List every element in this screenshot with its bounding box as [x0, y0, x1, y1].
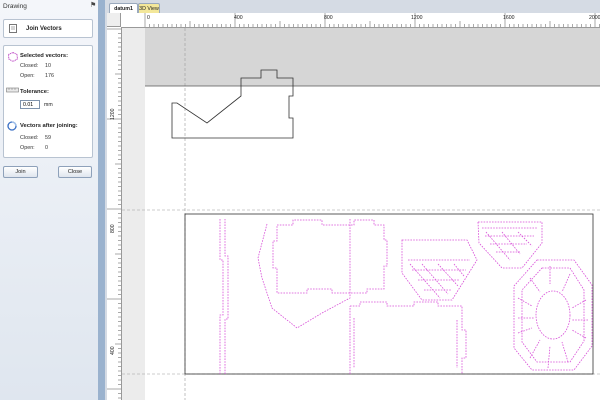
- ruler-left: 1200 800 400: [107, 27, 122, 400]
- tab-datum1[interactable]: datum1: [109, 3, 138, 13]
- ruler-top-label: 1600: [503, 15, 515, 21]
- after-closed-value: 59: [45, 135, 51, 141]
- vector-wedge[interactable]: [257, 219, 351, 329]
- vectors-after-joining-icon: [7, 121, 17, 131]
- open-vectors[interactable]: [219, 219, 593, 374]
- selected-closed-value: 10: [45, 63, 51, 69]
- after-open-value: 0: [45, 145, 48, 151]
- ruler-top-ticks: [144, 13, 600, 27]
- ruler-top-label: 0: [147, 15, 150, 21]
- offsheet-area: [122, 28, 600, 86]
- panel-splitter[interactable]: [98, 0, 105, 400]
- ruler-left-label: 400: [110, 346, 116, 355]
- selected-open-value: 176: [45, 73, 54, 79]
- tolerance-unit: mm: [44, 102, 53, 108]
- pin-icon[interactable]: ⚑: [90, 1, 96, 9]
- offsheet-margin: [122, 28, 145, 400]
- vector-octagon-mid[interactable]: [521, 267, 585, 363]
- drawing-view: 0 400 800 1200 1600 2000 1200 800 400: [107, 13, 600, 400]
- selected-vectors-icon: [8, 52, 18, 62]
- after-open-label: Open:: [20, 145, 35, 151]
- vector-octagon-hatch[interactable]: [517, 266, 588, 369]
- ruler-left-ticks: [107, 28, 121, 399]
- drawing-canvas-svg: [122, 28, 600, 400]
- ruler-top-label: 1200: [411, 15, 423, 21]
- ruler-top-label: 2000: [589, 15, 600, 21]
- tab-3d-view[interactable]: 3D View: [138, 3, 160, 13]
- tolerance-icon: [6, 87, 19, 93]
- after-joining-title: Vectors after joining:: [20, 123, 78, 129]
- vector-left-strip[interactable]: [219, 219, 229, 374]
- tolerance-input[interactable]: [20, 100, 40, 109]
- vector-shield[interactable]: [477, 221, 543, 269]
- main-view: datum1 3D View 0 400 800 1200 1600 2000 …: [105, 0, 600, 400]
- ruler-top-label: 800: [324, 15, 333, 21]
- tool-title: Join Vectors: [26, 26, 62, 32]
- vector-octagon-outer[interactable]: [513, 259, 593, 371]
- vector-octagon-hole[interactable]: [535, 290, 571, 340]
- join-button[interactable]: Join: [3, 166, 38, 178]
- join-vectors-form: Selected vectors: Closed: 10 Open: 176 T…: [3, 45, 93, 158]
- selected-vectors-title: Selected vectors:: [20, 53, 69, 59]
- tool-header: Join Vectors: [3, 19, 93, 38]
- ruler-left-label: 800: [110, 224, 116, 233]
- selected-closed-label: Closed:: [20, 63, 39, 69]
- ruler-left-label: 1200: [110, 108, 116, 120]
- vector-upper-rect[interactable]: [272, 219, 388, 294]
- ruler-top: 0 400 800 1200 1600 2000: [121, 13, 600, 28]
- close-button[interactable]: Close: [58, 166, 92, 178]
- join-vectors-icon: [9, 24, 17, 33]
- drawing-panel: Drawing ⚑ Join Vectors Selected vectors:…: [0, 0, 99, 400]
- material-boundary: [184, 213, 594, 375]
- vector-trapezoid-hatch[interactable]: [408, 259, 470, 299]
- selected-open-label: Open:: [20, 73, 35, 79]
- panel-title: Drawing: [3, 3, 27, 10]
- vector-lower-rect[interactable]: [349, 301, 467, 374]
- drawing-canvas[interactable]: [122, 28, 600, 400]
- tolerance-title: Tolerance:: [20, 89, 49, 95]
- vector-lower-rect-inner[interactable]: [353, 318, 458, 368]
- ruler-top-label: 400: [234, 15, 243, 21]
- ruler-corner: [107, 13, 121, 27]
- after-closed-label: Closed:: [20, 135, 39, 141]
